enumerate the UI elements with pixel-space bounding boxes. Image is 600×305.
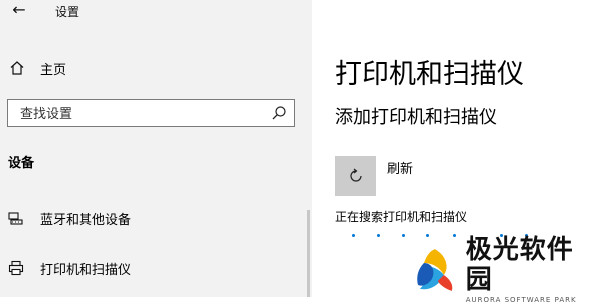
window-title: 设置 [55, 5, 80, 19]
printer-icon [6, 258, 26, 278]
home-icon [7, 58, 27, 78]
progress-dot [402, 234, 405, 237]
sidebar-item-label: 打印机和扫描仪 [40, 262, 132, 278]
progress-dot [426, 234, 429, 237]
settings-sidebar: ← 设置 主页 设备 蓝牙和其他设备 打印机和扫描仪 [0, 0, 312, 297]
section-heading-devices: 设备 [8, 156, 35, 171]
sidebar-scrollbar[interactable] [307, 210, 310, 297]
sidebar-item-printers[interactable]: 打印机和扫描仪 [6, 255, 296, 281]
page-title: 打印机和扫描仪 [335, 59, 524, 90]
sidebar-item-label: 蓝牙和其他设备 [40, 212, 132, 228]
back-button[interactable]: ← [8, 0, 30, 22]
nav-home[interactable]: 主页 [6, 56, 306, 80]
refresh-label: 刷新 [387, 162, 414, 177]
refresh-button[interactable] [335, 156, 376, 196]
logo-chinese-text: 极光软件园 [465, 235, 574, 295]
progress-dot [352, 234, 355, 237]
search-icon[interactable] [270, 104, 288, 122]
sidebar-item-bluetooth[interactable]: 蓝牙和其他设备 [6, 205, 296, 231]
search-input[interactable] [18, 104, 262, 124]
aurora-logo-icon [417, 249, 453, 291]
search-box[interactable] [7, 99, 295, 127]
progress-dot [377, 234, 380, 237]
searching-status: 正在搜索打印机和扫描仪 [335, 210, 468, 224]
watermark-logo: 极光软件园 AURORA SOFTWARE PARK [410, 235, 600, 304]
bluetooth-devices-icon [6, 208, 26, 228]
nav-home-label: 主页 [40, 62, 67, 78]
section-subtitle: 添加打印机和扫描仪 [335, 107, 497, 128]
progress-dot [453, 234, 456, 237]
refresh-icon [349, 168, 362, 182]
